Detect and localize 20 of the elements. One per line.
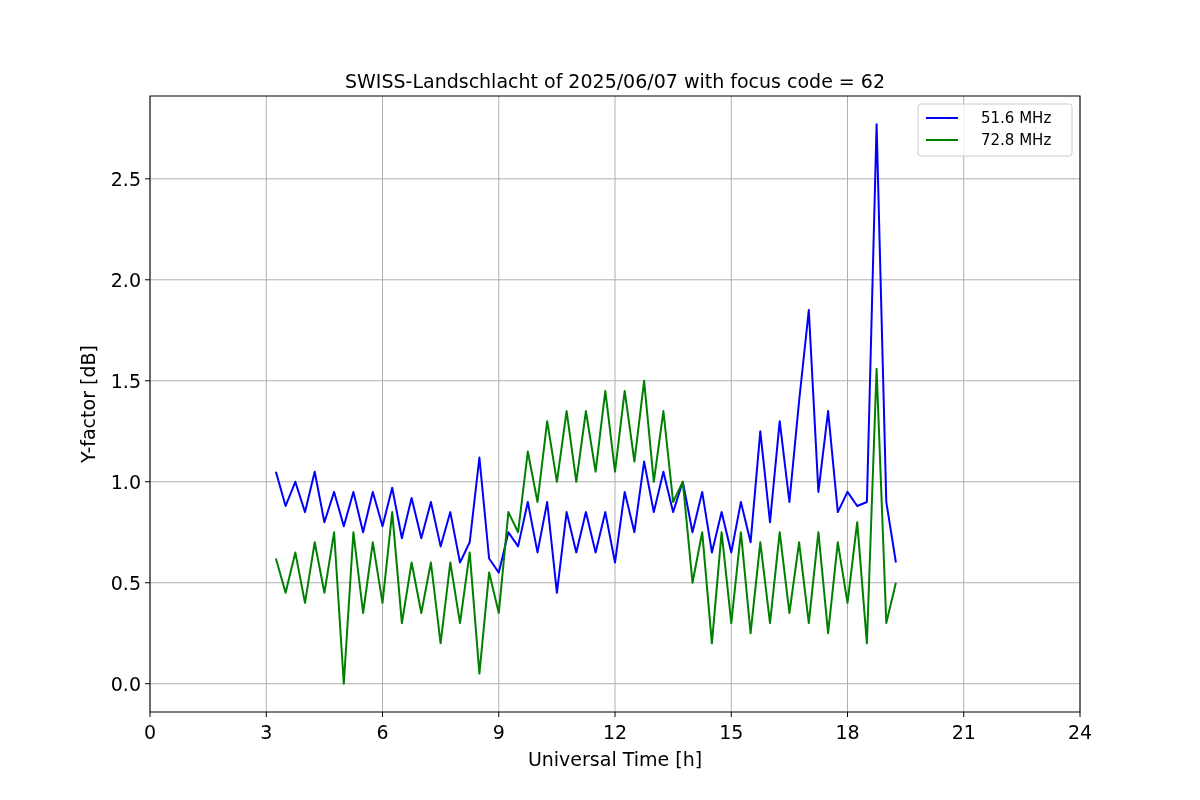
tick-label: 1.0 [110, 470, 141, 493]
y-axis-label: Y-factor [dB] [77, 345, 99, 463]
tick-label: 18 [835, 721, 860, 743]
tick-label: 1.5 [110, 369, 141, 392]
tick-label: 21 [951, 721, 976, 743]
tick-label: 0 [143, 721, 157, 743]
tick-label: 2.5 [110, 167, 141, 190]
tick-label: 12 [602, 721, 628, 743]
tick-label: 9 [492, 721, 505, 743]
tick-label: 0.0 [110, 672, 141, 695]
tick-label: 6 [376, 721, 389, 743]
tick-label: 2.0 [110, 268, 141, 291]
tick-label: 24 [1067, 721, 1093, 743]
tick-label: 0.5 [110, 571, 141, 594]
chart-title: SWISS-Landschlacht of 2025/06/07 with focus code = 62 [345, 70, 885, 92]
tick-label: 3 [260, 721, 273, 743]
x-axis-label: Universal Time [h] [527, 748, 703, 770]
tick-label: 15 [719, 721, 744, 743]
legend-label: 72.8 MHz [981, 131, 1052, 149]
legend-label: 51.6 MHz [981, 109, 1052, 127]
